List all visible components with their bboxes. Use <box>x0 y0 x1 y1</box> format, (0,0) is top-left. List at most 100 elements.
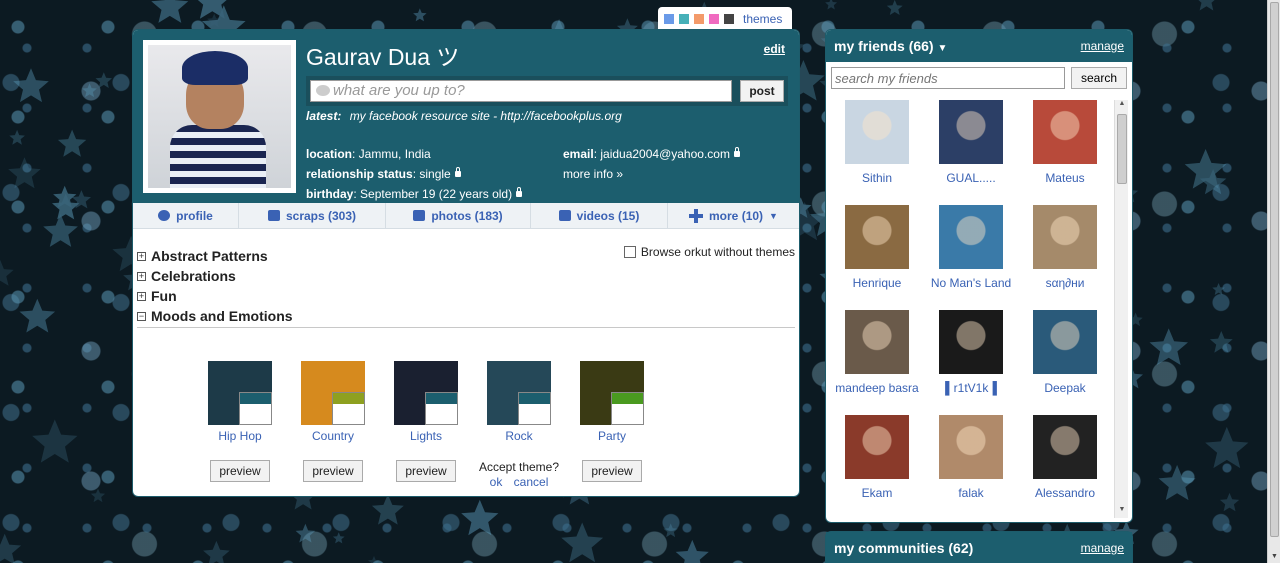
profile-photo[interactable] <box>143 40 296 193</box>
friend-avatar[interactable] <box>1033 100 1097 164</box>
category-moods-and-emotions[interactable]: − Moods and Emotions <box>137 306 795 326</box>
star-decoration <box>0 533 22 563</box>
friend-item[interactable]: mandeep basra <box>830 310 924 396</box>
friend-avatar[interactable] <box>1033 415 1097 479</box>
friend-avatar[interactable] <box>939 205 1003 269</box>
friend-item[interactable]: Deepak <box>1018 310 1112 396</box>
tab-photos[interactable]: photos (183) <box>386 202 531 229</box>
category-fun[interactable]: + Fun <box>137 286 795 306</box>
star-decoration <box>82 83 97 98</box>
theme-swatch-teal[interactable] <box>679 14 689 24</box>
friend-item[interactable]: ѕαη∂ни <box>1018 205 1112 291</box>
friend-avatar[interactable] <box>845 100 909 164</box>
expand-icon: + <box>137 290 146 301</box>
friend-avatar[interactable] <box>1033 205 1097 269</box>
theme-thumbnail[interactable] <box>301 361 365 425</box>
friend-avatar[interactable] <box>939 415 1003 479</box>
friend-name[interactable]: Deepak <box>1018 381 1112 396</box>
accept-ok-link[interactable]: ok <box>490 475 503 489</box>
category-celebrations[interactable]: + Celebrations <box>137 266 795 286</box>
search-friends-input[interactable] <box>831 67 1065 89</box>
friend-name[interactable]: Sithin <box>830 171 924 186</box>
manage-friends-link[interactable]: manage <box>1081 39 1124 53</box>
friend-name[interactable]: Mateus <box>1018 171 1112 186</box>
star-decoration <box>675 539 709 563</box>
theme-thumbnail[interactable] <box>580 361 644 425</box>
expand-icon: + <box>137 270 146 281</box>
friend-name[interactable]: falak <box>924 486 1018 501</box>
theme-swatch-dark[interactable] <box>724 14 734 24</box>
tab-more[interactable]: more (10) ▼ <box>668 203 799 229</box>
search-button[interactable]: search <box>1071 67 1127 89</box>
accept-cancel-link[interactable]: cancel <box>514 475 549 489</box>
friend-item[interactable]: GUAL..... <box>924 100 1018 186</box>
theme-swatch-orange[interactable] <box>694 14 704 24</box>
theme-name[interactable]: Party <box>567 429 657 443</box>
page-scrollbar[interactable]: ▼ <box>1267 0 1280 563</box>
theme-thumbnail[interactable] <box>394 361 458 425</box>
more-info-link[interactable]: more info » <box>563 164 793 184</box>
themes-link[interactable]: themes <box>743 12 782 26</box>
category-label: Celebrations <box>151 268 236 284</box>
friend-item[interactable]: Henrique <box>830 205 924 291</box>
tab-scraps[interactable]: scraps (303) <box>239 202 386 229</box>
star-decoration <box>13 68 49 103</box>
scroll-down-icon[interactable]: ▼ <box>1268 550 1280 563</box>
friend-avatar[interactable] <box>845 205 909 269</box>
theme-name[interactable]: Country <box>288 429 378 443</box>
star-decoration <box>71 190 91 209</box>
friend-item[interactable]: Sithin <box>830 100 924 186</box>
preview-button[interactable]: preview <box>582 460 642 482</box>
profile-name: Gaurav Dua ツ <box>306 44 460 70</box>
preview-button[interactable]: preview <box>303 460 363 482</box>
scroll-thumb[interactable] <box>1117 114 1127 184</box>
scroll-up-icon[interactable]: ▲ <box>1115 100 1129 112</box>
friend-item[interactable]: falak <box>924 415 1018 501</box>
friend-avatar[interactable] <box>845 415 909 479</box>
star-decoration <box>461 499 499 536</box>
edit-link[interactable]: edit <box>764 42 785 56</box>
friend-item[interactable]: Mateus <box>1018 100 1112 186</box>
communities-title[interactable]: my communities (62) <box>834 540 973 556</box>
friends-title[interactable]: my friends (66) ▼ <box>834 38 947 54</box>
friend-name[interactable]: Ekam <box>830 486 924 501</box>
friend-item[interactable]: Ekam <box>830 415 924 501</box>
friend-item[interactable]: ▌r1tV1k▐ <box>924 310 1018 396</box>
friend-name[interactable]: ▌r1tV1k▐ <box>924 381 1018 396</box>
theme-thumbnail[interactable] <box>208 361 272 425</box>
friend-name[interactable]: GUAL..... <box>924 171 1018 186</box>
theme-name[interactable]: Lights <box>381 429 471 443</box>
page-scroll-thumb[interactable] <box>1270 2 1279 537</box>
friend-avatar[interactable] <box>845 310 909 374</box>
friend-avatar[interactable] <box>939 100 1003 164</box>
post-button[interactable]: post <box>740 80 784 102</box>
theme-swatch-blue[interactable] <box>664 14 674 24</box>
friend-item[interactable]: Alessandro <box>1018 415 1112 501</box>
friend-name[interactable]: mandeep basra <box>830 381 924 396</box>
preview-button[interactable]: preview <box>210 460 270 482</box>
friends-scrollbar[interactable]: ▲ ▼ <box>1114 100 1128 518</box>
theme-swatch-pink[interactable] <box>709 14 719 24</box>
email-row: email: jaidua2004@yahoo.com <box>563 144 793 164</box>
friend-name[interactable]: Alessandro <box>1018 486 1112 501</box>
theme-name[interactable]: Hip Hop <box>195 429 285 443</box>
friend-avatar[interactable] <box>939 310 1003 374</box>
lock-icon <box>733 147 740 157</box>
category-abstract-patterns[interactable]: + Abstract Patterns <box>137 246 795 266</box>
friend-name[interactable]: Henrique <box>830 276 924 291</box>
theme-name[interactable]: Rock <box>474 429 564 443</box>
friend-name[interactable]: No Man's Land <box>924 276 1018 291</box>
tab-profile[interactable]: profile <box>133 202 239 229</box>
pencil-icon <box>267 210 280 221</box>
star-decoration <box>825 0 838 10</box>
scroll-down-icon[interactable]: ▼ <box>1115 506 1129 518</box>
status-input[interactable]: what are you up to? <box>310 80 732 102</box>
friend-item[interactable]: No Man's Land <box>924 205 1018 291</box>
theme-thumbnail[interactable] <box>487 361 551 425</box>
friend-name[interactable]: ѕαη∂ни <box>1018 276 1112 291</box>
tab-videos[interactable]: videos (15) <box>531 202 668 229</box>
friend-avatar[interactable] <box>1033 310 1097 374</box>
latest-text[interactable]: my facebook resource site - http://faceb… <box>350 109 622 123</box>
preview-button[interactable]: preview <box>396 460 456 482</box>
manage-communities-link[interactable]: manage <box>1081 541 1124 555</box>
